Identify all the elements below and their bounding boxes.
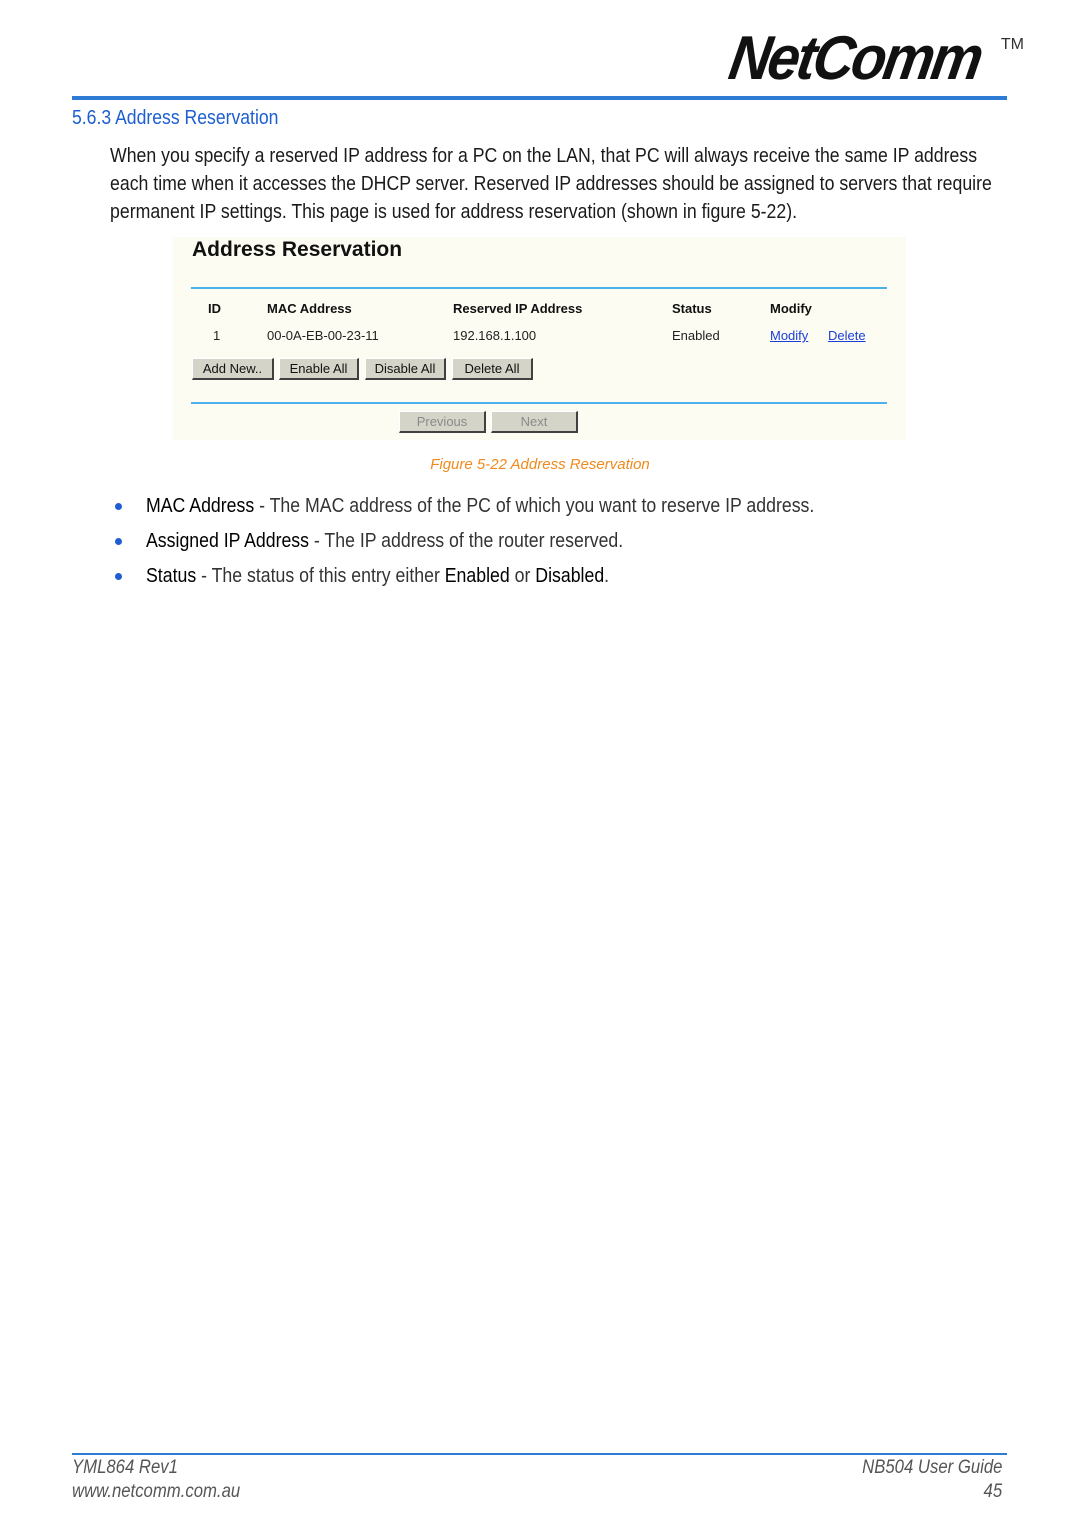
netcomm-logo: NetComm TM: [724, 24, 1024, 93]
next-button[interactable]: Next: [491, 411, 578, 433]
description: - The IP address of the router reserved.: [309, 530, 624, 552]
doc-revision: YML864 Rev1: [72, 1457, 178, 1478]
logo-wordmark: NetComm: [724, 24, 986, 93]
address-reservation-screenshot: Address Reservation ID MAC Address Reser…: [173, 237, 906, 440]
page-number: 45: [983, 1481, 1002, 1502]
delete-all-button[interactable]: Delete All: [452, 358, 533, 380]
add-new-button[interactable]: Add New..: [192, 358, 274, 380]
trademark-symbol: TM: [1000, 36, 1024, 53]
description: - The MAC address of the PC of which you…: [254, 495, 815, 517]
intro-paragraph: When you specify a reserved IP address f…: [110, 145, 992, 223]
option-enabled: Enabled: [444, 565, 510, 587]
header-divider: [72, 96, 1007, 100]
panel-title: Address Reservation: [192, 238, 403, 261]
col-header-id: ID: [208, 301, 221, 316]
panel-bottom-divider: [191, 402, 887, 404]
description-joiner: or: [509, 565, 536, 587]
panel-top-divider: [191, 287, 887, 289]
figure-caption: Figure 5-22 Address Reservation: [430, 456, 650, 473]
section-heading: 5.6.3 Address Reservation: [72, 107, 279, 129]
enable-all-button[interactable]: Enable All: [279, 358, 359, 380]
previous-button[interactable]: Previous: [399, 411, 486, 433]
footer-divider: [72, 1453, 1007, 1455]
bullet-icon: [115, 503, 122, 510]
row-ip: 192.168.1.100: [453, 328, 537, 343]
description-end: .: [604, 565, 610, 587]
term: Status: [146, 565, 197, 587]
term: Assigned IP Address: [146, 530, 310, 552]
term: MAC Address: [146, 495, 255, 517]
modify-link[interactable]: Modify: [770, 328, 808, 343]
col-header-reserved-ip: Reserved IP Address: [453, 301, 583, 316]
row-id: 1: [213, 328, 221, 343]
row-mac: 00-0A-EB-00-23-11: [267, 328, 379, 343]
col-header-mac: MAC Address: [267, 301, 352, 316]
bullet-icon: [115, 573, 122, 580]
bullet-icon: [115, 538, 122, 545]
website-link[interactable]: www.netcomm.com.au: [72, 1481, 240, 1503]
row-status: Enabled: [672, 328, 720, 343]
description: - The status of this entry either: [196, 565, 445, 587]
disable-all-button[interactable]: Disable All: [365, 358, 446, 380]
col-header-status: Status: [672, 301, 712, 316]
guide-title: NB504 User Guide: [861, 1457, 1002, 1478]
option-disabled: Disabled: [535, 565, 605, 587]
col-header-modify: Modify: [770, 301, 812, 316]
delete-link[interactable]: Delete: [828, 328, 866, 343]
